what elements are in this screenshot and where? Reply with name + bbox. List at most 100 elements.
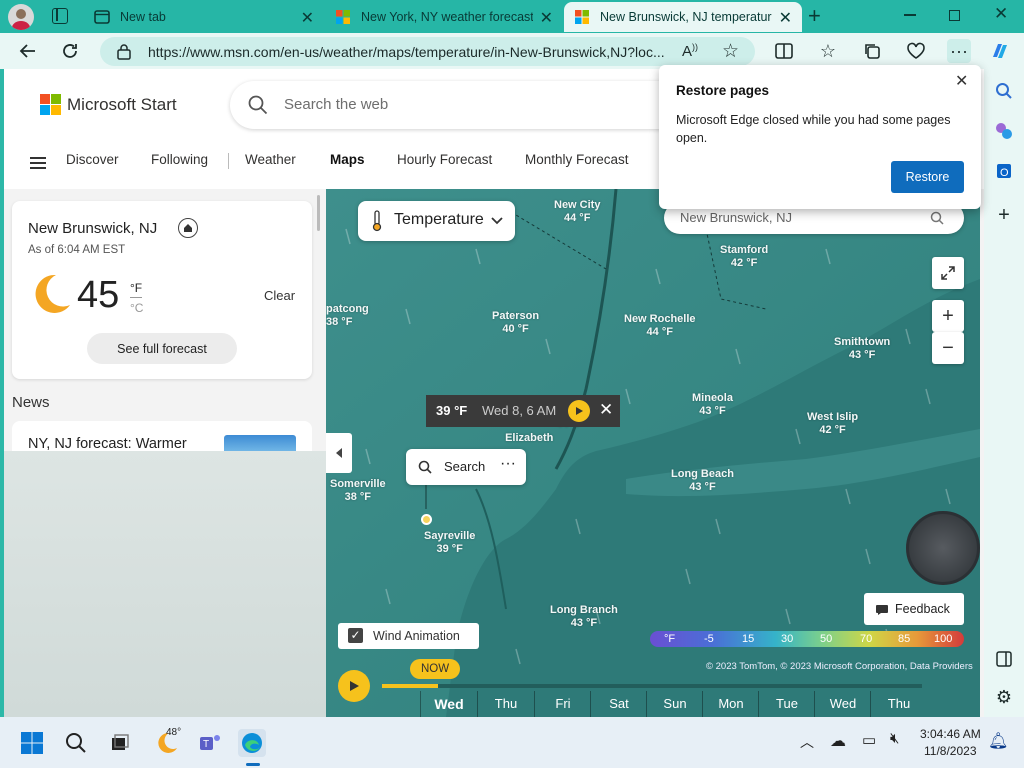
taskbar-search-button[interactable] [62,729,90,757]
day-wed-next[interactable]: Wed [814,691,871,717]
zoom-in-button[interactable]: + [932,300,964,332]
day-fri[interactable]: Fri [534,691,591,717]
close-tab-icon[interactable]: ✕ [540,8,553,28]
copilot-icon[interactable] [988,39,1012,63]
day-thu[interactable]: Thu [477,691,534,717]
sidebar-add-icon[interactable]: + [992,203,1016,227]
tab-title: New York, NY weather forecast | [361,10,533,24]
display-icon[interactable]: ▭ [862,731,876,749]
play-icon [576,407,583,415]
tooltip-play-button[interactable] [568,400,590,422]
day-tue[interactable]: Tue [758,691,815,717]
wind-animation-toggle[interactable]: ✓ Wind Animation [338,623,479,649]
collections-icon[interactable] [860,39,884,63]
nav-monthly-forecast[interactable]: Monthly Forecast [525,152,629,167]
sidebar-hide-icon[interactable] [992,647,1016,671]
onedrive-icon[interactable]: ☁ [830,731,846,751]
restore-window-button[interactable] [949,10,960,21]
unit-celsius[interactable]: °C [130,301,143,315]
sidebar-shopping-icon[interactable] [992,119,1016,143]
legend-tick: 30 [781,633,794,645]
timeline-progress-track[interactable] [382,684,922,688]
left-scrollbar-thumb[interactable] [317,195,320,231]
feedback-button[interactable]: Feedback [864,593,964,625]
city-label-mineola: Mineola 43 °F [692,392,733,417]
settings-more-button[interactable]: ··· [947,39,971,63]
nav-maps[interactable]: Maps [330,152,365,167]
profile-avatar[interactable] [8,4,34,30]
location-pin-marker[interactable] [421,514,432,525]
taskbar-weather-widget[interactable]: 48° [150,727,184,757]
timeline-progress-fill [382,684,438,688]
edge-taskbar-button[interactable] [238,729,266,757]
home-icon[interactable] [178,218,198,238]
close-icon[interactable]: ✕ [955,71,968,91]
tab-title: New tab [120,10,166,24]
unit-fahrenheit[interactable]: °F [130,281,143,298]
legend-tick: 50 [820,633,833,645]
split-screen-icon[interactable] [772,39,796,63]
map-layer-dropdown[interactable]: Temperature [358,201,515,241]
close-tab-icon[interactable]: ✕ [301,8,314,28]
nav-discover[interactable]: Discover [66,152,119,167]
timeline-play-button[interactable] [338,670,370,702]
refresh-button[interactable] [58,39,82,63]
new-tab-favicon-icon [94,10,110,24]
sidebar-settings-gear-icon[interactable]: ⚙ [992,685,1016,709]
chevron-up-icon[interactable]: ︿ [800,732,814,752]
taskbar-time[interactable]: 3:04:46 AM [920,727,981,741]
minimize-button[interactable] [904,14,916,16]
nav-hourly-forecast[interactable]: Hourly Forecast [397,152,492,167]
day-wed[interactable]: Wed [420,691,477,717]
day-thu-next[interactable]: Thu [870,691,927,717]
back-button[interactable] [16,39,40,63]
close-tab-icon[interactable]: ✕ [779,8,792,28]
nav-following[interactable]: Following [151,152,208,167]
radar-widget[interactable] [906,511,980,585]
taskbar-date[interactable]: 11/8/2023 [924,744,977,758]
volume-muted-icon[interactable]: 🔇︎ [890,730,899,747]
teams-button[interactable]: T [196,729,224,757]
city-label-long-branch: Long Branch 43 °F [550,604,618,629]
new-tab-button[interactable]: + [808,3,821,29]
current-weather-card[interactable]: New Brunswick, NJ As of 6:04 AM EST 45 °… [12,201,312,379]
zoom-out-button[interactable]: − [932,332,964,364]
collapse-panel-button[interactable] [326,433,352,473]
tab-actions-icon[interactable] [52,8,68,24]
read-aloud-icon[interactable]: A)) [682,42,698,60]
tab-new-tab[interactable]: New tab ✕ [84,2,324,32]
refresh-icon [63,44,77,58]
checkbox[interactable]: ✓ [348,628,363,643]
start-button[interactable] [18,729,46,757]
temperature-map[interactable]: New City 44 °F Stamford 42 °F Paterson 40 °… [326,189,980,717]
day-sun[interactable]: Sun [646,691,703,717]
tab-new-york-weather[interactable]: New York, NY weather forecast | ✕ [325,2,563,32]
microsoft-start-logo[interactable]: Microsoft Start [40,94,177,115]
close-window-button[interactable]: ✕ [994,4,1008,24]
tooltip-close-icon[interactable]: ✕ [599,400,613,420]
left-panel: New Brunswick, NJ As of 6:04 AM EST 45 °… [4,189,326,717]
feedback-icon [876,605,888,615]
favorite-star-icon[interactable]: ☆ [722,40,739,63]
day-mon[interactable]: Mon [702,691,759,717]
nav-weather[interactable]: Weather [245,152,296,167]
now-label: NOW [420,663,450,675]
see-full-forecast-button[interactable]: See full forecast [87,333,237,364]
sidebar-search-icon[interactable] [992,79,1016,103]
favorites-icon[interactable]: ☆ [816,39,840,63]
tab-new-brunswick-temperature[interactable]: New Brunswick, NJ temperature ✕ [564,2,802,32]
day-sat[interactable]: Sat [590,691,647,717]
restore-button[interactable]: Restore [891,161,964,193]
browser-essentials-icon[interactable] [904,39,928,63]
fullscreen-button[interactable] [932,257,964,289]
more-options-icon[interactable]: ··· [500,455,516,473]
task-view-button[interactable] [106,729,134,757]
notification-bell-icon[interactable]: 🔔︎ [988,731,1008,751]
button-label: See full forecast [117,341,207,356]
address-bar[interactable]: https://www.msn.com/en-us/weather/maps/t… [100,37,755,66]
url-text: https://www.msn.com/en-us/weather/maps/t… [148,44,665,60]
map-search-popup[interactable]: Search ··· [406,449,526,485]
web-search-box[interactable]: Search the web [230,81,700,129]
sidebar-outlook-icon[interactable]: O [992,159,1016,183]
hamburger-menu-icon[interactable] [30,157,46,169]
